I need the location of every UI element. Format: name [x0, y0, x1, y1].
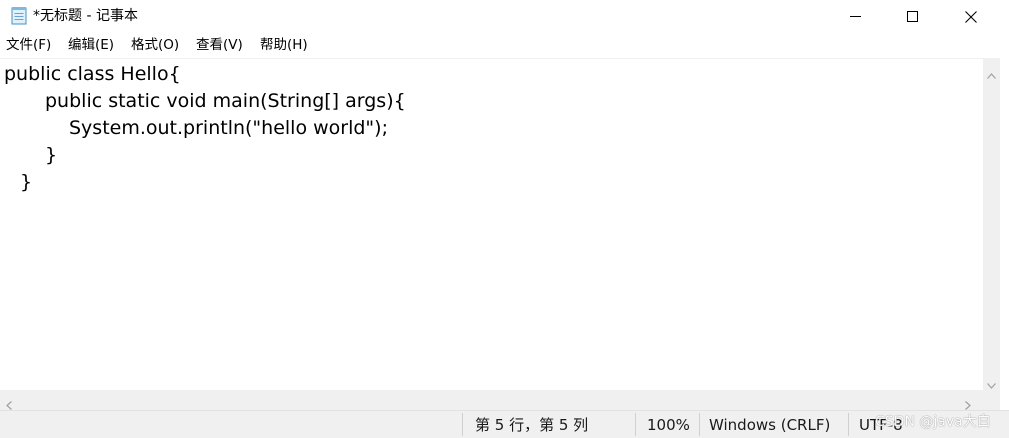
menu-format[interactable]: 格式(O): [131, 37, 179, 54]
editor-line: public static void main(String[] args){: [45, 90, 406, 112]
notepad-icon: [11, 6, 27, 25]
menu-view[interactable]: 查看(V): [196, 37, 243, 54]
zoom-level: 100%: [647, 416, 690, 434]
cursor-position: 第 5 行，第 5 列: [475, 416, 589, 434]
scroll-up-icon[interactable]: [987, 64, 996, 83]
menu-edit[interactable]: 编辑(E): [68, 37, 114, 54]
editor-line: System.out.println("hello world");: [69, 117, 388, 139]
close-icon: [965, 10, 977, 23]
horizontal-scrollbar[interactable]: [0, 390, 983, 410]
maximize-icon: [906, 11, 918, 22]
editor-line: }: [45, 144, 58, 166]
menu-file[interactable]: 文件(F): [6, 37, 51, 54]
editor-line: }: [20, 171, 33, 193]
minimize-button[interactable]: [826, 0, 884, 33]
line-ending: Windows (CRLF): [709, 416, 831, 434]
status-divider: [848, 413, 849, 436]
window-border: [1000, 33, 1009, 437]
text-editor[interactable]: public class Hello{ public static void m…: [0, 58, 983, 391]
title-bar[interactable]: *无标题 - 记事本: [0, 0, 1009, 33]
menu-help[interactable]: 帮助(H): [260, 37, 308, 54]
window-title: *无标题 - 记事本: [33, 8, 138, 24]
maximize-button[interactable]: [883, 0, 941, 33]
watermark: CSDN @java大白: [875, 414, 991, 430]
editor-line: public class Hello{: [4, 63, 181, 85]
status-divider: [462, 413, 463, 436]
close-button[interactable]: [942, 0, 1000, 33]
status-divider: [699, 413, 700, 436]
vertical-scrollbar[interactable]: [983, 58, 1000, 390]
menu-bar: 文件(F) 编辑(E) 格式(O) 查看(V) 帮助(H): [0, 33, 1009, 58]
minimize-icon: [849, 11, 861, 22]
scrollbar-corner: [983, 390, 1000, 410]
status-bar: 第 5 行，第 5 列 100% Windows (CRLF) UTF-8 CS…: [0, 410, 1009, 438]
status-divider: [635, 413, 636, 436]
